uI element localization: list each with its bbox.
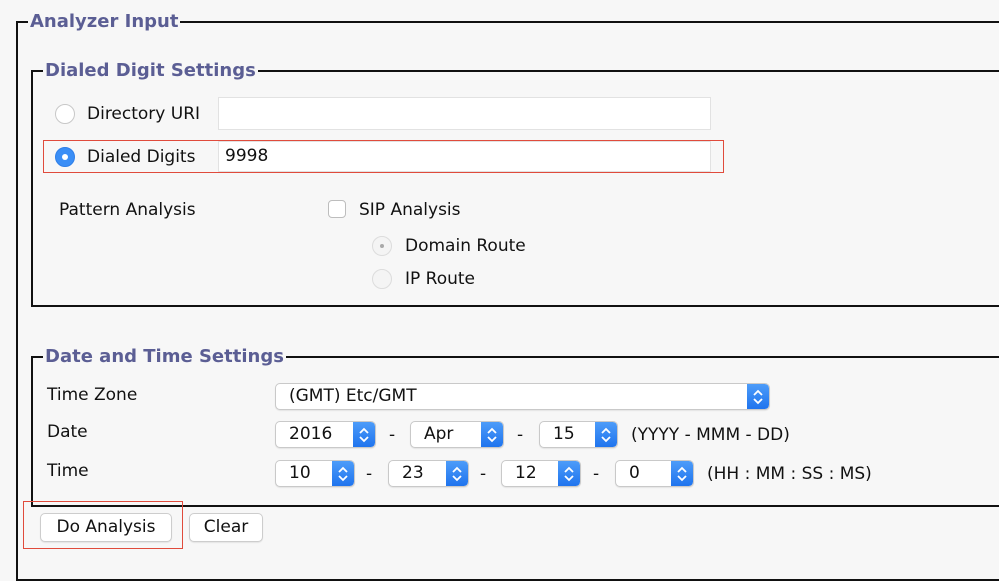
domain-route-label: Domain Route	[405, 236, 526, 256]
sip-analysis-label: SIP Analysis	[359, 200, 461, 220]
dialed-digit-settings-legend: Dialed Digit Settings	[43, 60, 258, 82]
time-minute-value: 23	[402, 463, 424, 483]
ip-route-radio[interactable]	[372, 269, 392, 289]
date-month-value: Apr	[424, 424, 454, 444]
time-millisecond-select[interactable]: 0	[615, 460, 694, 487]
date-separator: -	[517, 425, 524, 445]
ip-route-label: IP Route	[405, 269, 476, 289]
time-label: Time	[47, 461, 89, 481]
analyzer-input-legend: Analyzer Input	[28, 11, 181, 33]
chevron-updown-icon	[747, 384, 769, 409]
clear-button[interactable]: Clear	[189, 513, 263, 542]
date-day-value: 15	[553, 424, 575, 444]
time-second-select[interactable]: 12	[501, 460, 581, 487]
chevron-updown-icon	[558, 461, 580, 486]
chevron-updown-icon	[595, 422, 617, 447]
chevron-updown-icon	[481, 422, 503, 447]
chevron-updown-icon	[353, 422, 375, 447]
date-year-value: 2016	[289, 424, 333, 444]
time-separator: -	[366, 464, 373, 484]
date-format-hint: (YYYY - MMM - DD)	[631, 425, 790, 445]
sip-analysis-checkbox[interactable]	[328, 200, 346, 218]
dialed-digits-label: Dialed Digits	[87, 147, 196, 167]
dialed-digits-radio[interactable]	[55, 147, 75, 167]
date-label: Date	[47, 422, 88, 442]
time-zone-value: (GMT) Etc/GMT	[289, 386, 417, 406]
time-separator: -	[593, 464, 600, 484]
date-year-select[interactable]: 2016	[275, 421, 376, 448]
time-millisecond-value: 0	[629, 463, 640, 483]
time-hour-value: 10	[289, 463, 311, 483]
chevron-updown-icon	[332, 461, 354, 486]
time-zone-label: Time Zone	[47, 385, 138, 405]
date-day-select[interactable]: 15	[539, 421, 618, 448]
chevron-updown-icon	[446, 461, 468, 486]
do-analysis-button[interactable]: Do Analysis	[40, 513, 172, 542]
time-minute-select[interactable]: 23	[388, 460, 469, 487]
domain-route-radio[interactable]	[372, 236, 392, 256]
date-separator: -	[389, 425, 396, 445]
time-separator: -	[480, 464, 487, 484]
directory-uri-label: Directory URI	[87, 104, 201, 124]
directory-uri-radio[interactable]	[55, 104, 75, 124]
time-zone-select[interactable]: (GMT) Etc/GMT	[275, 383, 770, 410]
time-format-hint: (HH : MM : SS : MS)	[707, 464, 872, 484]
pattern-analysis-label: Pattern Analysis	[59, 200, 196, 220]
time-hour-select[interactable]: 10	[275, 460, 355, 487]
date-month-select[interactable]: Apr	[410, 421, 504, 448]
directory-uri-input[interactable]	[218, 97, 711, 130]
time-second-value: 12	[515, 463, 537, 483]
date-time-settings-legend: Date and Time Settings	[43, 346, 286, 368]
chevron-updown-icon	[671, 461, 693, 486]
